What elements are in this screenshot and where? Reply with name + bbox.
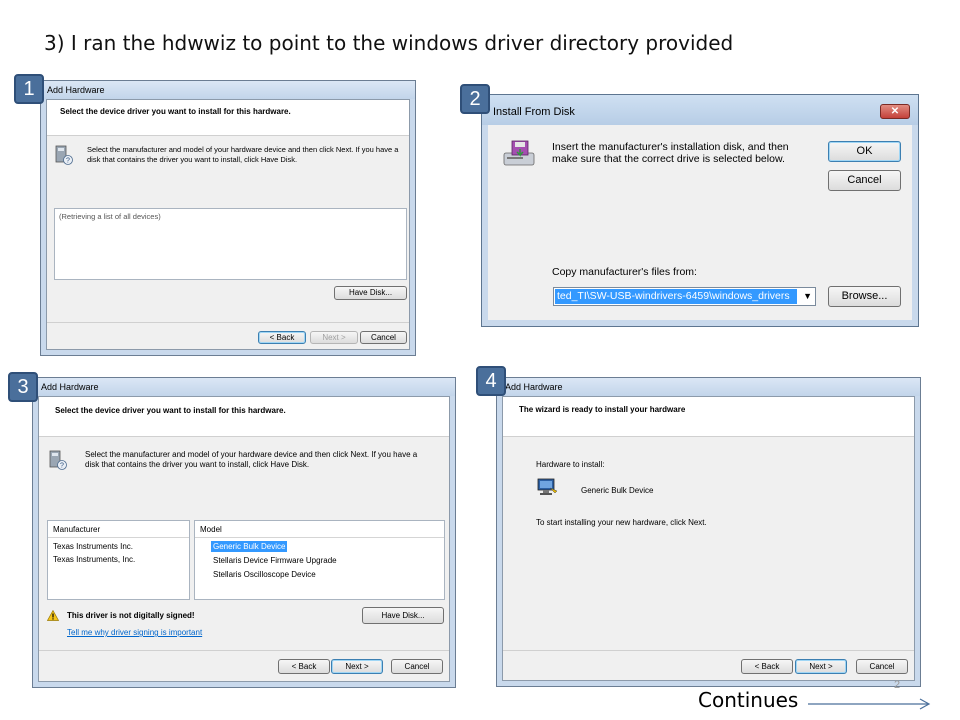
- page-number: 2: [894, 679, 901, 691]
- dialog-cancel-button[interactable]: Cancel: [828, 170, 901, 191]
- install-from-disk-dialog: Install From Disk ✕ Insert the manufactu…: [481, 94, 919, 327]
- manufacturer-item[interactable]: Texas Instruments Inc.: [53, 542, 133, 552]
- step-badge-2: 2: [460, 84, 490, 114]
- have-disk-button[interactable]: Have Disk...: [334, 286, 407, 300]
- next-button[interactable]: Next >: [795, 659, 847, 674]
- warning-icon: [47, 610, 59, 621]
- dialog-titlebar: Install From Disk ✕: [482, 95, 918, 125]
- model-column-header: Model: [195, 521, 444, 538]
- add-hardware-window-3: Add Hardware Select the device driver yo…: [32, 377, 456, 688]
- hardware-icon: ?: [55, 145, 73, 165]
- footer-divider: [503, 650, 914, 651]
- unsigned-warning: This driver is not digitally signed!: [67, 611, 195, 620]
- manufacturer-item[interactable]: Texas Instruments, Inc.: [53, 555, 135, 565]
- step-badge-3: 3: [8, 372, 38, 402]
- cancel-button[interactable]: Cancel: [391, 659, 443, 674]
- slide-title: 3) I ran the hdwwiz to point to the wind…: [44, 31, 734, 55]
- add-hardware-window-1: Add Hardware Select the device driver yo…: [40, 80, 416, 356]
- hardware-icon: ?: [49, 450, 67, 470]
- device-icon: [537, 478, 558, 495]
- close-button[interactable]: ✕: [880, 104, 910, 119]
- footer-divider: [39, 650, 449, 651]
- next-button[interactable]: Next >: [331, 659, 383, 674]
- model-item[interactable]: Stellaris Oscilloscope Device: [213, 570, 316, 580]
- dialog-message-line-2: make sure that the correct drive is sele…: [552, 153, 785, 165]
- wizard-header: The wizard is ready to install your hard…: [503, 397, 914, 437]
- manufacturer-list[interactable]: Manufacturer Texas Instruments Inc. Texa…: [47, 520, 190, 600]
- window-title: Add Hardware: [497, 378, 920, 396]
- manufacturer-column-header: Manufacturer: [48, 521, 189, 538]
- model-item-selected[interactable]: Generic Bulk Device: [211, 541, 288, 552]
- back-button[interactable]: < Back: [278, 659, 330, 674]
- step-badge-4: 4: [476, 366, 506, 396]
- window-title: Add Hardware: [33, 378, 455, 396]
- have-disk-button[interactable]: Have Disk...: [362, 607, 444, 624]
- model-list[interactable]: Model Generic Bulk Device Stellaris Devi…: [194, 520, 445, 600]
- instructions-line-2: disk that contains the driver you want t…: [85, 460, 310, 469]
- dialog-body: Insert the manufacturer's installation d…: [488, 125, 912, 320]
- device-name: Generic Bulk Device: [581, 486, 654, 495]
- list-status: (Retrieving a list of all devices): [59, 212, 161, 221]
- cancel-button[interactable]: Cancel: [360, 331, 407, 344]
- svg-text:?: ?: [60, 463, 64, 470]
- path-combobox[interactable]: ted_TI\SW-USB-windrivers-6459\windows_dr…: [553, 287, 816, 306]
- model-item[interactable]: Stellaris Device Firmware Upgrade: [213, 556, 337, 566]
- hardware-to-install-label: Hardware to install:: [536, 460, 605, 469]
- wizard-header: Select the device driver you want to ins…: [47, 100, 409, 136]
- instructions-line-1: Select the manufacturer and model of you…: [87, 145, 399, 154]
- instructions-line-2: disk that contains the driver you want t…: [87, 155, 298, 164]
- back-button[interactable]: < Back: [258, 331, 306, 344]
- next-button[interactable]: Next >: [310, 331, 358, 344]
- disk-drive-icon: [503, 140, 535, 166]
- add-hardware-window-4: Add Hardware The wizard is ready to inst…: [496, 377, 921, 687]
- device-list[interactable]: (Retrieving a list of all devices): [54, 208, 407, 280]
- chevron-down-icon[interactable]: ▼: [803, 291, 812, 302]
- back-button[interactable]: < Back: [741, 659, 793, 674]
- footer-divider: [47, 322, 409, 323]
- svg-text:?: ?: [66, 158, 70, 165]
- instructions-line-1: Select the manufacturer and model of you…: [85, 450, 418, 459]
- install-instruction: To start installing your new hardware, c…: [536, 518, 707, 527]
- copy-from-label: Copy manufacturer's files from:: [552, 266, 697, 278]
- browse-button[interactable]: Browse...: [828, 286, 901, 307]
- wizard-header: Select the device driver you want to ins…: [39, 397, 449, 437]
- ok-button[interactable]: OK: [828, 141, 901, 162]
- window-title: Add Hardware: [41, 81, 415, 99]
- step-badge-1: 1: [14, 74, 44, 104]
- dialog-title: Install From Disk: [493, 106, 575, 118]
- driver-signing-link[interactable]: Tell me why driver signing is important: [67, 628, 202, 638]
- cancel-button[interactable]: Cancel: [856, 659, 908, 674]
- arrow-right-icon: [808, 698, 931, 710]
- path-value: ted_TI\SW-USB-windrivers-6459\windows_dr…: [555, 289, 797, 304]
- continues-label: Continues: [698, 688, 799, 712]
- dialog-message-line-1: Insert the manufacturer's installation d…: [552, 141, 789, 153]
